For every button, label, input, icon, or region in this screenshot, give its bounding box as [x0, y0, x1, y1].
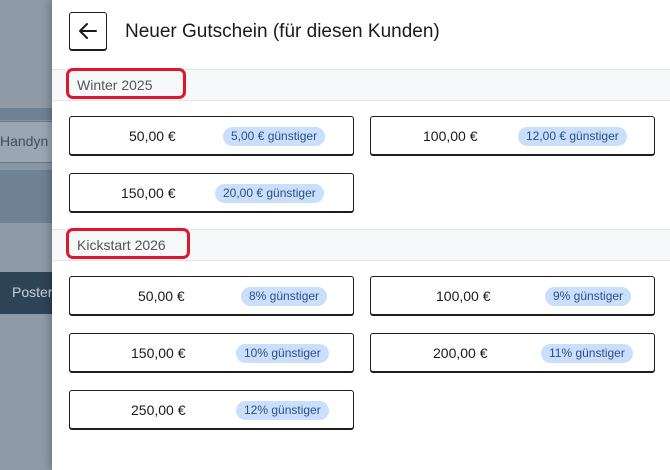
discount-badge: 10% günstiger — [236, 344, 329, 363]
discount-badge: 5,00 € günstiger — [223, 127, 326, 146]
discount-badge: 11% günstiger — [541, 344, 633, 363]
discount-badge: 9% günstiger — [545, 287, 632, 306]
voucher-amount: 100,00 € — [436, 288, 491, 304]
voucher-amount: 150,00 € — [121, 185, 176, 201]
background-button-text: Poster — [12, 284, 53, 300]
arrow-left-icon — [79, 23, 97, 39]
back-button[interactable] — [69, 12, 107, 50]
discount-badge: 12,00 € günstiger — [518, 127, 627, 146]
highlight-marker — [66, 228, 190, 259]
panel-header: Neuer Gutschein (für diesen Kunden) — [52, 0, 670, 70]
voucher-amount: 200,00 € — [433, 345, 488, 361]
discount-badge: 20,00 € günstiger — [215, 184, 324, 203]
voucher-amount: 150,00 € — [131, 345, 186, 361]
background-app — [0, 0, 60, 470]
voucher-option[interactable]: 100,00 € 12,00 € günstiger — [370, 116, 655, 155]
voucher-amount: 100,00 € — [423, 128, 478, 144]
voucher-option[interactable]: 150,00 € 10% günstiger — [69, 333, 354, 372]
page-title: Neuer Gutschein (für diesen Kunden) — [125, 21, 440, 42]
highlight-marker — [66, 68, 186, 99]
voucher-panel: Neuer Gutschein (für diesen Kunden) Wint… — [52, 0, 670, 470]
voucher-option[interactable]: 100,00 € 9% günstiger — [370, 276, 655, 315]
voucher-amount: 250,00 € — [131, 402, 186, 418]
voucher-option[interactable]: 50,00 € 8% günstiger — [69, 276, 354, 315]
discount-badge: 8% günstiger — [241, 287, 328, 306]
voucher-option[interactable]: 50,00 € 5,00 € günstiger — [69, 116, 354, 155]
discount-badge: 12% günstiger — [236, 401, 329, 420]
voucher-amount: 50,00 € — [129, 128, 176, 144]
voucher-option[interactable]: 150,00 € 20,00 € günstiger — [69, 173, 354, 212]
background-field-text: Handyn — [0, 133, 49, 149]
voucher-option[interactable]: 200,00 € 11% günstiger — [370, 333, 655, 372]
voucher-option[interactable]: 250,00 € 12% günstiger — [69, 390, 354, 429]
voucher-amount: 50,00 € — [138, 288, 185, 304]
background-button: Poster — [0, 272, 60, 314]
